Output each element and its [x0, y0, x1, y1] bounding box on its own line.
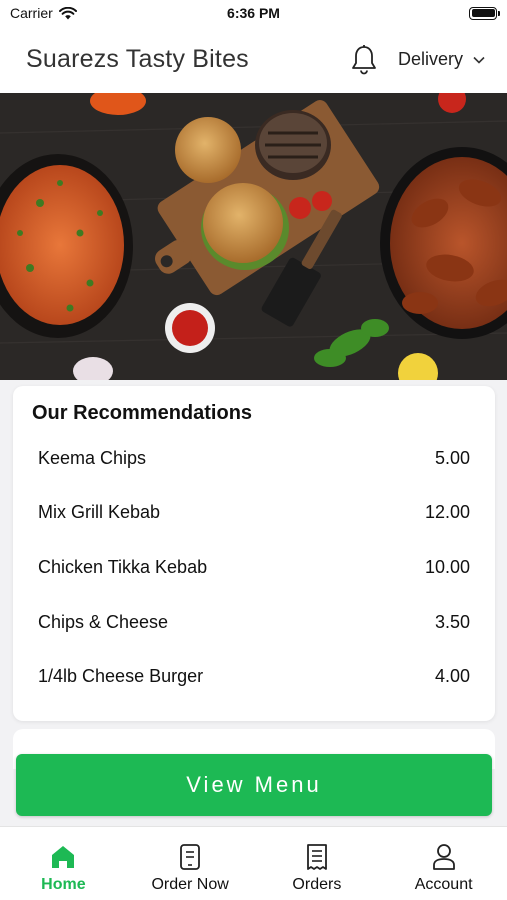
- item-name: Mix Grill Kebab: [38, 502, 161, 523]
- home-icon: [49, 842, 77, 872]
- list-item[interactable]: 1/4lb Cheese Burger 4.00: [32, 649, 470, 704]
- item-name: 1/4lb Cheese Burger: [38, 666, 204, 687]
- item-price: 10.00: [424, 556, 470, 577]
- recommendations-card: Our Recommendations Keema Chips 5.00 Mix…: [13, 386, 495, 721]
- tab-label: Orders: [292, 876, 342, 893]
- status-bar: Carrier 6:36 PM: [0, 0, 507, 26]
- list-item[interactable]: Chicken Tikka Kebab 10.00: [32, 540, 470, 595]
- list-item[interactable]: Mix Grill Kebab 12.00: [32, 486, 470, 541]
- item-price: 5.00: [434, 447, 470, 468]
- item-price: 3.50: [434, 611, 470, 632]
- recommendations-title: Our Recommendations: [32, 402, 253, 424]
- tab-account[interactable]: Account: [380, 827, 507, 900]
- hero-food-image: [0, 93, 507, 380]
- delivery-mode-label: Delivery: [397, 49, 463, 69]
- item-name: Chips & Cheese: [38, 611, 169, 632]
- battery-icon: [469, 6, 500, 20]
- list-item[interactable]: Keema Chips 5.00: [32, 431, 470, 486]
- item-price: 12.00: [424, 502, 470, 523]
- view-menu-button[interactable]: View Menu: [16, 754, 492, 816]
- order-icon: [176, 842, 204, 872]
- list-item[interactable]: Chips & Cheese 3.50: [32, 595, 470, 650]
- recommendations-list: Keema Chips 5.00 Mix Grill Kebab 12.00 C…: [32, 431, 470, 704]
- receipt-icon: [303, 842, 331, 872]
- carrier-label: Carrier: [10, 5, 53, 21]
- tab-order-now[interactable]: Order Now: [127, 827, 254, 900]
- item-price: 4.00: [434, 666, 470, 687]
- item-name: Chicken Tikka Kebab: [38, 556, 208, 577]
- chevron-down-icon: [473, 56, 485, 64]
- tab-home[interactable]: Home: [0, 827, 127, 900]
- bell-icon[interactable]: [350, 44, 378, 76]
- page-title: Suarezs Tasty Bites: [26, 45, 249, 73]
- status-time: 6:36 PM: [227, 5, 280, 21]
- tab-label: Order Now: [151, 876, 229, 893]
- tab-orders[interactable]: Orders: [254, 827, 381, 900]
- user-icon: [430, 842, 458, 872]
- tab-label: Home: [41, 876, 86, 893]
- wifi-icon: [58, 6, 77, 19]
- bottom-tab-bar: Home Order Now Orders Account: [0, 826, 507, 900]
- tab-label: Account: [414, 876, 473, 893]
- app-header: Suarezs Tasty Bites Delivery: [0, 26, 507, 93]
- item-name: Keema Chips: [38, 447, 147, 468]
- delivery-mode-select[interactable]: Delivery: [398, 49, 485, 70]
